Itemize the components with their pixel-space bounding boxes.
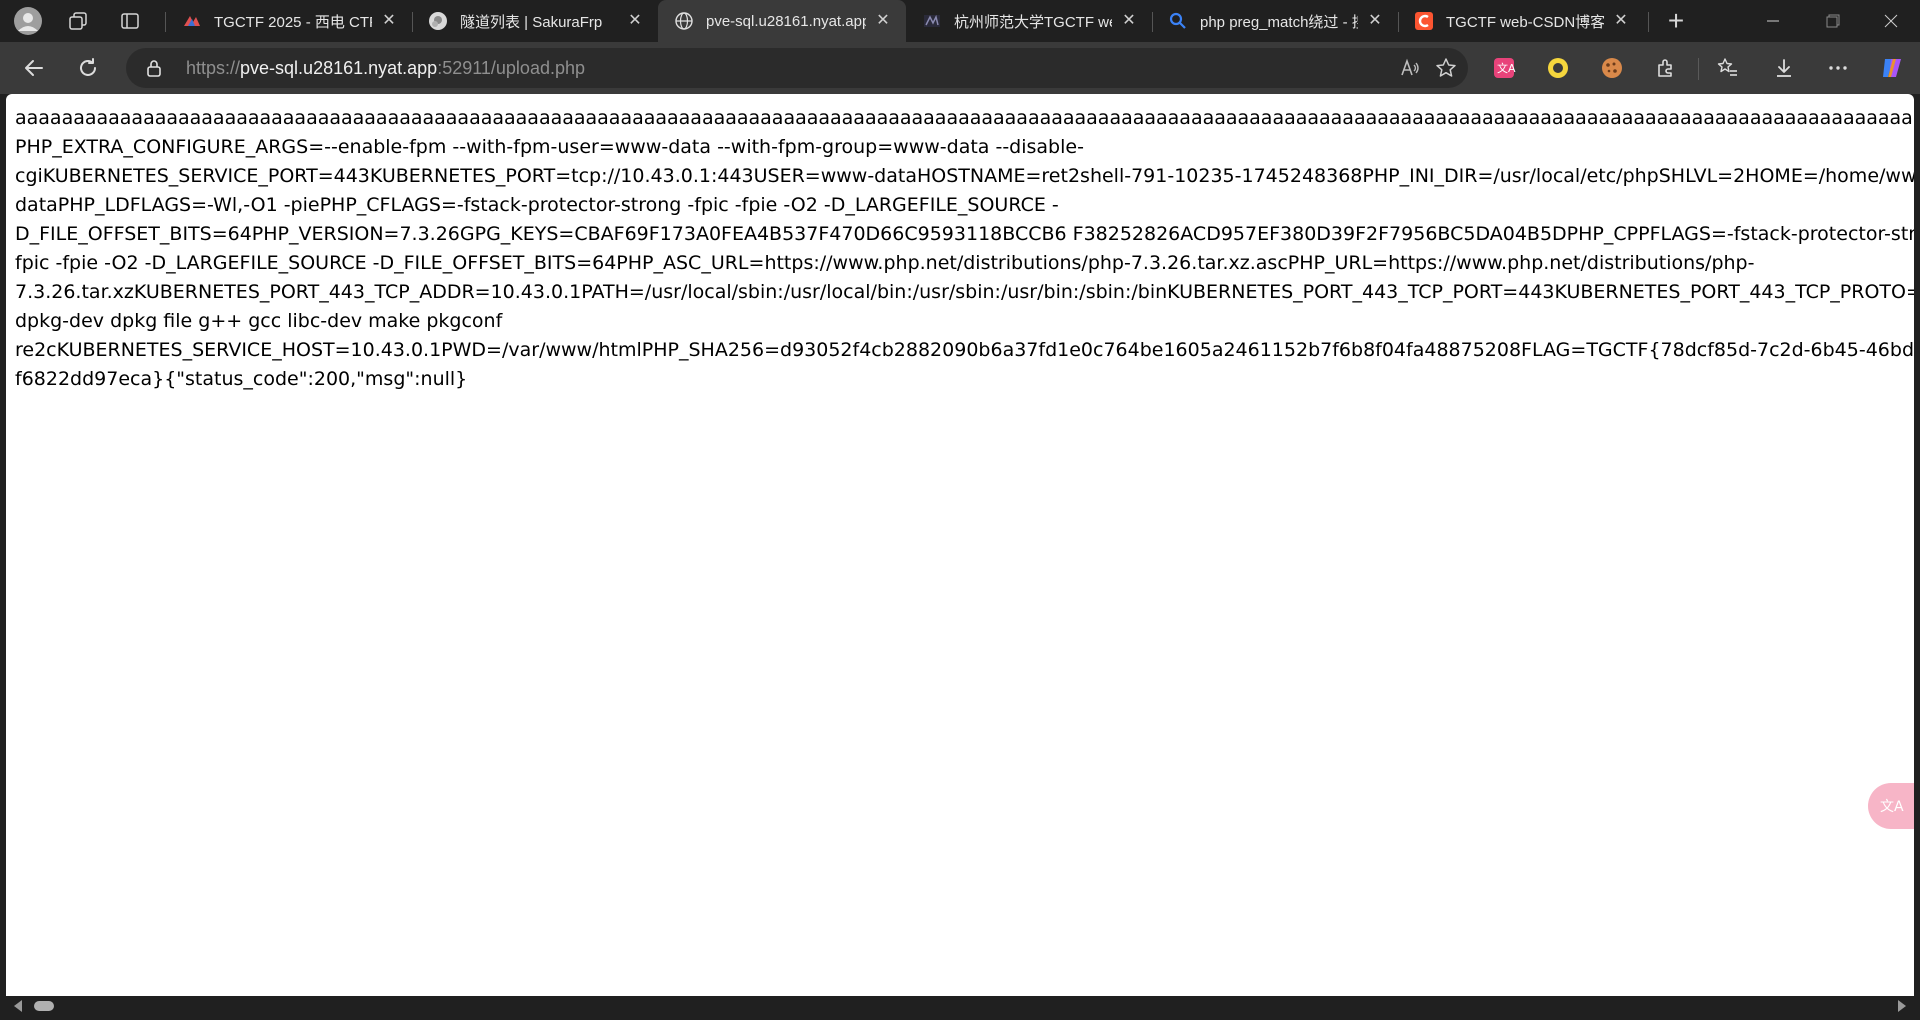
read-aloud-button[interactable] (1392, 50, 1428, 86)
yellow-circle-extension-button[interactable] (1540, 50, 1576, 86)
cookie-icon (1602, 58, 1622, 78)
blog-logo-icon (924, 14, 940, 27)
vertical-tabs-button[interactable] (106, 0, 154, 42)
favorite-button[interactable] (1428, 50, 1464, 86)
csdn-logo-icon (1415, 12, 1433, 30)
favorites-button[interactable] (1710, 50, 1746, 86)
workspaces-button[interactable] (54, 0, 102, 42)
reload-button[interactable] (70, 50, 106, 86)
tab-sakurafrp[interactable]: 隧道列表 | SakuraFrp ✕ (412, 0, 658, 42)
ctf-logo-icon (184, 16, 200, 26)
cookie-extension-button[interactable] (1594, 50, 1630, 86)
output-line: fpic -fpie -O2 -D_LARGEFILE_SOURCE -D_FI… (15, 252, 1755, 274)
output-line: 7.3.26.tar.xzKUBERNETES_PORT_443_TCP_ADD… (15, 281, 1914, 303)
vertical-tabs-icon (121, 13, 139, 29)
tab-search-preg-match[interactable]: php preg_match绕过 - 搜 ✕ (1152, 0, 1398, 42)
close-icon[interactable]: ✕ (1610, 10, 1632, 32)
workspaces-icon (69, 12, 87, 30)
more-icon (1829, 66, 1847, 70)
star-icon (1436, 58, 1456, 77)
output-line: PHP_EXTRA_CONFIGURE_ARGS=--enable-fpm --… (15, 136, 1084, 158)
restore-button[interactable] (1804, 0, 1862, 42)
toolbar-separator (1698, 58, 1699, 80)
settings-menu-button[interactable] (1820, 50, 1856, 86)
tab-upload-php[interactable]: pve-sql.u28161.nyat.app:5 ✕ (658, 0, 906, 42)
url-text[interactable]: https://pve-sql.u28161.nyat.app:52911/up… (186, 58, 585, 79)
horizontal-scrollbar[interactable] (6, 996, 1914, 1016)
close-icon[interactable]: ✕ (1364, 10, 1386, 32)
profile-avatar-button[interactable] (4, 0, 52, 42)
search-icon (1169, 12, 1186, 29)
output-line: f6822dd97eca}{"status_code":200,"msg":nu… (15, 368, 468, 390)
back-button[interactable] (16, 50, 52, 86)
circle-extension-icon (1548, 58, 1568, 78)
url-host: pve-sql.u28161.nyat.app (240, 58, 438, 78)
favorites-list-icon (1717, 58, 1737, 76)
globe-icon (675, 12, 693, 30)
address-bar[interactable]: https://pve-sql.u28161.nyat.app:52911/up… (126, 48, 1468, 88)
output-line: cgiKUBERNETES_SERVICE_PORT=443KUBERNETES… (15, 165, 1914, 187)
profile-icon (14, 7, 42, 35)
extensions-button[interactable] (1648, 50, 1684, 86)
scroll-left-icon[interactable] (14, 1000, 22, 1012)
output-line: aaaaaaaaaaaaaaaaaaaaaaaaaaaaaaaaaaaaaaaa… (15, 107, 1914, 129)
output-line: dpkg-dev dpkg file g++ gcc libc-dev make… (15, 310, 503, 332)
svg-text:文A: 文A (1880, 799, 1904, 815)
svg-text:文A: 文A (1497, 61, 1516, 75)
floating-translate-button[interactable]: 文A (1868, 783, 1914, 829)
copilot-button[interactable] (1874, 50, 1910, 86)
tab-title: pve-sql.u28161.nyat.app:5 (706, 12, 866, 30)
close-icon[interactable]: ✕ (624, 10, 646, 32)
tab-separator (1648, 12, 1649, 32)
tab-tgctf[interactable]: TGCTF 2025 - 西电 CTF 终 ✕ (166, 0, 412, 42)
url-scheme: https:// (186, 58, 241, 78)
url-path: :52911/upload.php (437, 58, 585, 78)
output-line: dataPHP_LDFLAGS=-Wl,-O1 -piePHP_CFLAGS=-… (15, 194, 1059, 216)
minimize-icon (1767, 20, 1779, 22)
copilot-icon (1883, 59, 1901, 77)
new-tab-button[interactable]: + (1652, 0, 1700, 42)
translate-icon: 文A (1880, 799, 1904, 815)
translate-icon: 文A (1494, 58, 1516, 78)
read-aloud-icon (1401, 58, 1419, 76)
downloads-button[interactable] (1766, 50, 1802, 86)
sakura-avatar-icon (429, 12, 447, 30)
scrollbar-thumb[interactable] (34, 1001, 54, 1011)
close-icon[interactable]: ✕ (1118, 10, 1140, 32)
download-icon (1777, 59, 1791, 77)
toolbar: https://pve-sql.u28161.nyat.app:52911/up… (0, 42, 1920, 94)
page-viewport: aaaaaaaaaaaaaaaaaaaaaaaaaaaaaaaaaaaaaaaa… (6, 94, 1914, 996)
tab-title: TGCTF 2025 - 西电 CTF 终 (214, 13, 372, 31)
tab-hznu-tgctf[interactable]: 杭州师范大学TGCTF web ✕ (906, 0, 1152, 42)
tab-title: 杭州师范大学TGCTF web (954, 13, 1112, 31)
translate-extension-button[interactable]: 文A (1486, 50, 1522, 86)
output-line: re2cKUBERNETES_SERVICE_HOST=10.43.0.1PWD… (15, 339, 1914, 361)
scroll-right-icon[interactable] (1898, 1000, 1906, 1012)
output-line: D_FILE_OFFSET_BITS=64PHP_VERSION=7.3.26G… (15, 223, 1914, 245)
back-arrow-icon (25, 60, 43, 76)
tab-title: TGCTF web-CSDN博客 (1446, 13, 1604, 31)
close-icon[interactable]: ✕ (872, 10, 894, 32)
puzzle-icon (1658, 59, 1672, 77)
tab-title: 隧道列表 | SakuraFrp (460, 13, 603, 31)
tab-csdn[interactable]: TGCTF web-CSDN博客 ✕ (1398, 0, 1644, 42)
close-icon (1884, 14, 1898, 28)
php-output-text: aaaaaaaaaaaaaaaaaaaaaaaaaaaaaaaaaaaaaaaa… (15, 104, 1914, 394)
lock-icon[interactable] (144, 58, 164, 78)
plus-icon: + (1667, 5, 1685, 36)
restore-icon (1826, 14, 1840, 28)
close-icon[interactable]: ✕ (378, 10, 400, 32)
tab-title: php preg_match绕过 - 搜 (1200, 13, 1358, 31)
tab-strip: TGCTF 2025 - 西电 CTF 终 ✕ 隧道列表 | SakuraFrp… (0, 0, 1920, 42)
minimize-button[interactable] (1744, 0, 1802, 42)
reload-icon (80, 58, 96, 76)
close-window-button[interactable] (1862, 0, 1920, 42)
